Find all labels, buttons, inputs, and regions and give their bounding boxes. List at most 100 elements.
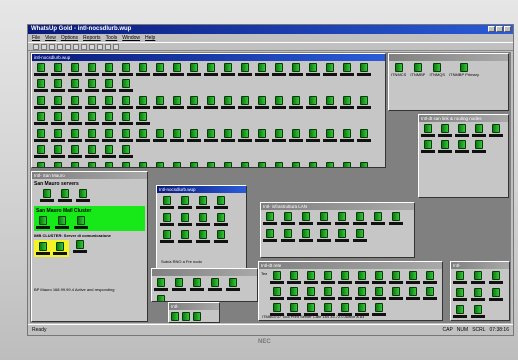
device-node[interactable] xyxy=(489,271,503,284)
menu-view[interactable]: View xyxy=(45,35,56,41)
device-node[interactable] xyxy=(204,162,218,167)
device-node[interactable] xyxy=(160,213,174,226)
device-node[interactable] xyxy=(170,63,184,76)
top-right-titlebar[interactable] xyxy=(389,54,508,61)
device-node[interactable] xyxy=(68,162,82,167)
device-node[interactable] xyxy=(172,278,186,291)
device-node[interactable] xyxy=(221,162,235,167)
device-node[interactable] xyxy=(170,162,184,167)
device-node[interactable] xyxy=(272,129,286,142)
device-node[interactable] xyxy=(178,213,192,226)
device-node[interactable] xyxy=(196,213,210,226)
device-node[interactable] xyxy=(289,96,303,109)
device-node[interactable] xyxy=(317,212,331,225)
device-node[interactable] xyxy=(51,79,65,92)
menu-options[interactable]: Options xyxy=(61,35,78,41)
device-node[interactable] xyxy=(36,216,50,229)
device-node[interactable] xyxy=(51,162,65,167)
top-right-window[interactable]: ITNMCS ITNMBP ITNMQS ITNMBP Primary xyxy=(388,53,509,111)
device-node[interactable] xyxy=(438,140,452,153)
device-node[interactable] xyxy=(85,162,99,167)
device-node[interactable] xyxy=(160,196,174,209)
device-node[interactable] xyxy=(119,162,133,167)
device-node[interactable] xyxy=(340,96,354,109)
device-node[interactable] xyxy=(34,112,48,125)
device-node[interactable] xyxy=(154,278,168,291)
device-node[interactable] xyxy=(34,145,48,158)
small-bottom-left-window[interactable]: Intl- xyxy=(168,302,220,323)
device-node[interactable] xyxy=(317,229,331,242)
device-node[interactable] xyxy=(119,145,133,158)
device-node[interactable] xyxy=(182,312,190,321)
device-node[interactable] xyxy=(136,112,150,125)
device-node[interactable] xyxy=(119,63,133,76)
device-node[interactable] xyxy=(85,112,99,125)
device-node[interactable] xyxy=(340,162,354,167)
device-node[interactable] xyxy=(453,305,467,318)
open-icon[interactable] xyxy=(41,43,47,50)
device-node[interactable] xyxy=(455,124,469,137)
device-node[interactable] xyxy=(255,162,269,167)
main-map-titlebar[interactable]: intl-nocsdlurb.wup xyxy=(32,54,385,61)
device-node[interactable] xyxy=(74,216,88,229)
device-node[interactable] xyxy=(68,112,82,125)
device-node[interactable]: ITNMCS xyxy=(391,63,406,77)
device-node[interactable] xyxy=(53,242,67,255)
device-node[interactable] xyxy=(306,129,320,142)
device-node[interactable] xyxy=(119,96,133,109)
device-node[interactable] xyxy=(323,63,337,76)
device-node[interactable] xyxy=(238,96,252,109)
device-node[interactable] xyxy=(226,278,240,291)
device-node[interactable] xyxy=(357,96,371,109)
device-node[interactable] xyxy=(471,288,485,301)
device-node[interactable] xyxy=(40,189,54,202)
device-node[interactable] xyxy=(472,124,486,137)
device-node[interactable] xyxy=(489,288,503,301)
device-node[interactable] xyxy=(320,271,335,284)
device-node[interactable] xyxy=(102,96,116,109)
device-node[interactable]: ITNMBP Primary xyxy=(449,63,479,77)
device-node[interactable] xyxy=(371,271,386,284)
menu-window[interactable]: Window xyxy=(122,35,140,41)
device-node[interactable] xyxy=(269,271,284,284)
wan-window[interactable]: Intl-dt rete Team ITM603 07 Tool Print S… xyxy=(258,261,443,321)
device-node[interactable] xyxy=(187,63,201,76)
device-node[interactable] xyxy=(55,216,69,229)
device-node[interactable] xyxy=(421,140,435,153)
center-titlebar[interactable]: Intl-nocsdlurb.wup xyxy=(157,186,246,193)
device-node[interactable] xyxy=(214,230,228,243)
device-node[interactable] xyxy=(281,229,295,242)
device-node[interactable] xyxy=(153,96,167,109)
device-node[interactable] xyxy=(357,162,371,167)
device-node[interactable] xyxy=(306,63,320,76)
device-node[interactable] xyxy=(160,230,174,243)
device-node[interactable] xyxy=(238,129,252,142)
device-node[interactable] xyxy=(303,271,318,284)
device-node[interactable] xyxy=(340,129,354,142)
device-node[interactable] xyxy=(187,96,201,109)
device-node[interactable] xyxy=(73,240,87,257)
device-node[interactable] xyxy=(455,140,469,153)
save-icon[interactable] xyxy=(49,43,55,50)
device-node[interactable] xyxy=(371,287,386,300)
check-icon[interactable] xyxy=(97,43,103,50)
device-node[interactable] xyxy=(471,305,485,318)
device-node[interactable] xyxy=(51,145,65,158)
device-node[interactable] xyxy=(388,287,403,300)
device-node[interactable] xyxy=(85,63,99,76)
device-node[interactable] xyxy=(196,196,210,209)
device-node[interactable] xyxy=(153,129,167,142)
device-node[interactable] xyxy=(281,212,295,225)
device-node[interactable] xyxy=(119,79,133,92)
device-node[interactable] xyxy=(337,271,352,284)
device-node[interactable] xyxy=(472,140,486,153)
device-node[interactable] xyxy=(171,312,179,321)
device-node[interactable] xyxy=(306,162,320,167)
lan-window[interactable]: Intl- infrastruttura LAN xyxy=(260,202,415,258)
menu-help[interactable]: Help xyxy=(145,35,155,41)
device-node[interactable] xyxy=(471,271,485,284)
device-node[interactable] xyxy=(187,129,201,142)
device-node[interactable] xyxy=(34,63,48,76)
device-node[interactable] xyxy=(102,63,116,76)
device-node[interactable] xyxy=(337,287,352,300)
